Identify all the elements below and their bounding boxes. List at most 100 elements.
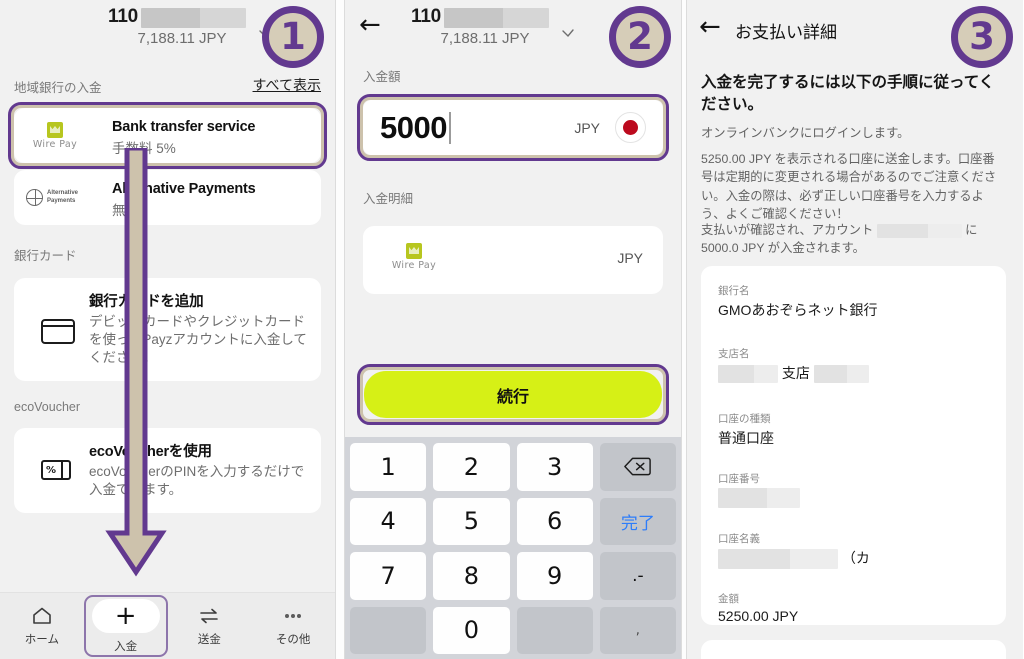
- alternative-payments-label: Alternative Payments: [47, 190, 79, 204]
- nav-label: その他: [275, 633, 311, 646]
- field-value-account-holder: （カ: [718, 548, 870, 570]
- nav-item-more[interactable]: その他: [251, 593, 335, 659]
- wire-pay-mark-icon: [406, 243, 422, 259]
- bank-details-card: 銀行名 GMOあおぞらネット銀行 支店名 支店 口座の種類 普通口座 口座番号: [701, 266, 1006, 625]
- field-value-account-number: [718, 488, 800, 508]
- step-badge-3: 3: [951, 6, 1013, 68]
- instruction-step-2: 5250.00 JPY を表示される口座に送金します。口座番号は定期的に変更され…: [701, 152, 997, 222]
- amount-input[interactable]: 5000 JPY: [363, 100, 663, 155]
- branch-masked-region-2: [813, 365, 869, 384]
- key-6[interactable]: 6: [516, 497, 593, 545]
- backspace-icon: [624, 457, 652, 476]
- nav-item-transfer[interactable]: 送金: [168, 593, 252, 659]
- transfer-icon: [200, 608, 219, 623]
- step-badge-2: 2: [609, 6, 671, 68]
- wire-pay-logo: Wire Pay: [383, 243, 445, 271]
- panel-payment-details: ← お支払い詳細 3 入金を完了するには以下の手順に従ってください。 オンライン…: [687, 0, 1023, 659]
- key-backspace[interactable]: [599, 443, 676, 491]
- more-icon: [285, 613, 302, 618]
- highlight-deposit-nav: [84, 595, 168, 657]
- show-all-link[interactable]: すべて表示: [253, 75, 321, 95]
- wire-pay-logo: Wire Pay: [24, 122, 86, 150]
- field-value-account-type: 普通口座: [718, 430, 774, 446]
- continue-button[interactable]: 続行: [364, 371, 662, 418]
- confirmation-prefix: 支払いが確認され、アカウント: [701, 223, 874, 237]
- field-label-account-holder: 口座名義: [718, 533, 760, 545]
- chevron-down-icon: [562, 29, 574, 38]
- next-card-peek: [701, 640, 1006, 659]
- balance-block[interactable]: 110 7,188.11 JPY: [411, 6, 574, 47]
- balance-amount: 7,188.11 JPY: [440, 30, 530, 47]
- panel-divider-1: [335, 0, 345, 659]
- japan-flag-icon[interactable]: [615, 112, 646, 143]
- field-value-amount: 5250.00 JPY: [718, 608, 799, 624]
- field-value-branch-name: 支店: [718, 363, 869, 384]
- field-label-branch-name: 支店名: [718, 348, 750, 360]
- page-title: お支払い詳細: [735, 23, 837, 42]
- method-currency: JPY: [617, 250, 643, 266]
- wire-pay-mark-icon: [47, 122, 63, 138]
- nav-item-home[interactable]: ホーム: [0, 593, 84, 659]
- nav-label: ホーム: [24, 633, 59, 646]
- amount-value: 5000: [380, 109, 447, 145]
- wire-pay-label: Wire Pay: [32, 139, 78, 150]
- key-5[interactable]: 5: [433, 497, 510, 545]
- instruction-step-1: オンラインバンクにログインします。: [701, 126, 910, 140]
- continue-label: 続行: [496, 388, 529, 406]
- key-9[interactable]: 9: [516, 552, 593, 600]
- key-3[interactable]: 3: [516, 443, 593, 491]
- home-icon: [33, 607, 51, 624]
- key-7[interactable]: 7: [350, 552, 427, 600]
- deposit-detail-label: 入金明細: [363, 192, 414, 206]
- key-done[interactable]: 完了: [599, 497, 676, 545]
- numeric-keypad: 1 2 3 4 5 6 完了 7 8 9 .- 0 ,: [345, 437, 681, 659]
- field-label-bank-name: 銀行名: [718, 285, 750, 297]
- back-button[interactable]: ←: [359, 12, 381, 38]
- confirmation-note: 支払いが確認され、アカウント に 5000.0 JPY が入金されます。: [701, 221, 1006, 258]
- key-0[interactable]: 0: [433, 606, 510, 654]
- key-symbols[interactable]: .-: [599, 552, 676, 600]
- card-title: Bank transfer service: [112, 119, 256, 135]
- field-label-account-type: 口座の種類: [718, 413, 771, 425]
- balance-account-number: 110: [411, 6, 442, 27]
- card-icon: [41, 319, 75, 344]
- account-holder-masked-region: [718, 549, 838, 570]
- section-label-bank-card: 銀行カード: [14, 249, 77, 263]
- card-selected-method[interactable]: Wire Pay JPY: [363, 226, 663, 294]
- amount-currency: JPY: [574, 119, 600, 136]
- balance-masked-region: [141, 8, 247, 28]
- key-8[interactable]: 8: [433, 552, 510, 600]
- step-badge-1: 1: [262, 6, 324, 68]
- voucher-percent-icon: %: [41, 460, 71, 480]
- globe-icon: [25, 188, 44, 207]
- wire-pay-label: Wire Pay: [391, 260, 437, 271]
- branch-suffix: 支店: [781, 365, 810, 381]
- panel-deposit-methods: 110 7,188.11 JPY 1 地域銀行の入金 すべて表示 Wire Pa…: [0, 0, 335, 659]
- branch-masked-region-1: [718, 365, 778, 384]
- amount-field-label: 入金額: [363, 70, 401, 84]
- three-panel-screenshot: 110 7,188.11 JPY 1 地域銀行の入金 すべて表示 Wire Pa…: [0, 0, 1024, 659]
- key-comma[interactable]: ,: [599, 606, 676, 654]
- key-4[interactable]: 4: [350, 497, 427, 545]
- field-label-account-number: 口座番号: [718, 473, 760, 485]
- back-button[interactable]: ←: [699, 14, 721, 40]
- balance-amount: 7,188.11 JPY: [137, 30, 227, 47]
- key-1[interactable]: 1: [350, 443, 427, 491]
- balance-block[interactable]: 110 7,188.11 JPY: [108, 6, 271, 47]
- key-blank-left[interactable]: [350, 606, 427, 654]
- alternative-payments-logo: Alternative Payments: [25, 188, 96, 207]
- section-label-ecovoucher: ecoVoucher: [14, 400, 81, 414]
- nav-label: 送金: [197, 633, 221, 646]
- panel-deposit-amount: ← 110 7,188.11 JPY 2 入金額 5000 JPY 入金明細 W…: [345, 0, 681, 659]
- text-caret: [448, 111, 451, 144]
- instructions-heading: 入金を完了するには以下の手順に従ってください。: [701, 74, 995, 113]
- key-2[interactable]: 2: [433, 443, 510, 491]
- balance-masked-region: [444, 8, 550, 28]
- key-blank-right[interactable]: [516, 606, 593, 654]
- field-label-amount: 金額: [718, 593, 739, 605]
- field-value-bank-name: GMOあおぞらネット銀行: [718, 302, 878, 318]
- account-holder-suffix: （カ: [841, 550, 870, 566]
- section-label-bank-deposit: 地域銀行の入金: [14, 81, 102, 95]
- account-masked-region: [876, 223, 962, 238]
- annotation-arrow-down: [105, 148, 167, 577]
